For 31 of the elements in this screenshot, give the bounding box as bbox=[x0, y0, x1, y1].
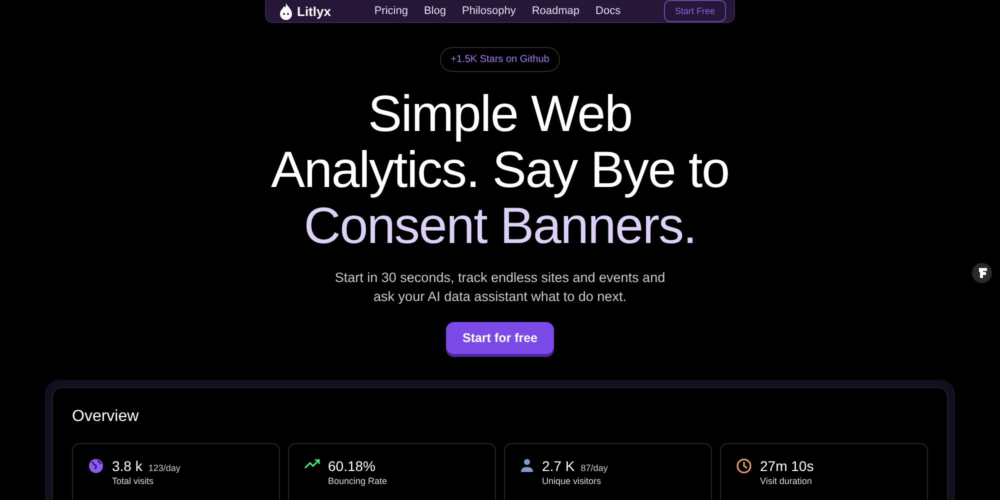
stat-rate: 87/day bbox=[580, 463, 608, 473]
stat-value: 60.18% bbox=[328, 458, 376, 474]
clock-icon bbox=[736, 458, 752, 474]
stat-label: Unique visitors bbox=[542, 476, 602, 486]
stat-label: Bouncing Rate bbox=[328, 476, 388, 486]
headline-line: Simple Web bbox=[368, 86, 632, 142]
brand-name: Litlyx bbox=[297, 4, 331, 18]
start-free-button[interactable]: Start Free bbox=[664, 0, 726, 22]
flame-logo-icon bbox=[279, 2, 293, 20]
nav-link[interactable]: Docs bbox=[596, 5, 621, 17]
stat-value: 27m 10s bbox=[760, 458, 814, 474]
logo-icon bbox=[978, 268, 986, 278]
headline-line: Analytics. Say Bye to bbox=[270, 142, 730, 198]
subtitle: Start in 30 seconds, track endless sites and events and ask your AI data assistant what to do next. bbox=[334, 269, 666, 306]
stat-rate: 123/day bbox=[148, 463, 180, 473]
trend-up-icon bbox=[304, 458, 320, 470]
nav-link[interactable]: Blog bbox=[424, 5, 446, 17]
nav-link[interactable]: Philosophy bbox=[462, 5, 516, 17]
floating-widget-button[interactable] bbox=[972, 263, 992, 283]
overview-title: Overview bbox=[72, 408, 140, 426]
github-stars-badge[interactable]: +1.5K Stars on Github bbox=[440, 47, 560, 72]
nav-link[interactable]: Roadmap bbox=[532, 5, 580, 17]
person-icon bbox=[520, 458, 534, 472]
headline-line: Consent Banners. bbox=[304, 198, 696, 254]
start-for-free-button[interactable]: Start for free bbox=[446, 322, 554, 354]
globe-icon bbox=[88, 458, 104, 474]
stat-label: Visit duration bbox=[760, 476, 813, 486]
stat-label: Total visits bbox=[112, 476, 155, 486]
stat-value: 3.8 k bbox=[112, 458, 142, 474]
nav-link[interactable]: Pricing bbox=[374, 5, 408, 17]
stat-value: 2.7 K bbox=[542, 458, 575, 474]
